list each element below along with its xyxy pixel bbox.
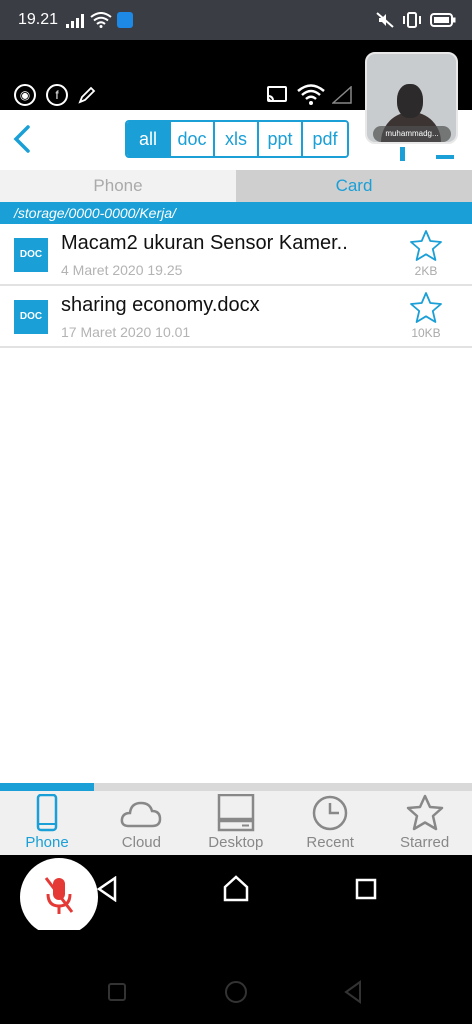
file-size: 2KB: [414, 264, 438, 278]
nav-item-cloud[interactable]: Cloud: [94, 794, 188, 854]
file-date: 4 Maret 2020 19.25: [61, 262, 183, 278]
status-time: 19.21: [18, 11, 59, 28]
nav-label: Starred: [399, 834, 450, 851]
file-row[interactable]: DOC Macam2 ukuran Sensor Kamer.. 4 Maret 2…: [0, 224, 472, 286]
cell-signal-icon: [332, 86, 352, 104]
wifi-signal-icon: [297, 84, 325, 105]
file-name: Macam2 ukuran Sensor Kamer..: [61, 232, 348, 254]
app-notification-icon: [117, 12, 133, 28]
desktop-icon: [189, 794, 283, 832]
secondary-home-icon[interactable]: [224, 980, 248, 1004]
tab-card[interactable]: Card: [236, 170, 472, 202]
video-call-preview[interactable]: muhammadg...: [365, 52, 458, 144]
wifi-icon: [90, 12, 112, 28]
doc-file-icon: DOC: [14, 300, 48, 334]
nav-item-phone[interactable]: Phone: [0, 794, 94, 854]
star-icon[interactable]: [408, 228, 444, 264]
phone-icon: [0, 794, 94, 832]
nav-item-starred[interactable]: Starred: [378, 794, 472, 854]
filter-xls[interactable]: xls: [215, 122, 259, 156]
signal-icon: [66, 14, 84, 28]
file-type-filter: all doc xls ppt pdf: [125, 120, 349, 158]
current-path: /storage/0000-0000/Kerja/: [0, 202, 472, 224]
secondary-recents-icon[interactable]: [107, 982, 127, 1002]
mute-mic-button[interactable]: [20, 858, 98, 936]
nav-label: Cloud: [121, 834, 161, 851]
home-icon[interactable]: [222, 874, 250, 902]
nav-item-desktop[interactable]: Desktop: [189, 794, 283, 854]
nav-label: Phone: [25, 834, 69, 851]
mute-icon: [376, 12, 394, 28]
caller-head: [397, 84, 423, 118]
star-icon: [378, 794, 472, 832]
file-date: 17 Maret 2020 10.01: [61, 324, 191, 340]
filter-pdf[interactable]: pdf: [303, 122, 347, 156]
recents-square-icon[interactable]: [355, 878, 377, 900]
star-icon[interactable]: [408, 290, 444, 326]
scroll-progress-fill: [0, 783, 94, 791]
vibrate-icon: [403, 12, 421, 28]
facebook-icon[interactable]: f: [46, 84, 68, 106]
battery-icon: [430, 13, 456, 27]
file-row[interactable]: DOC sharing economy.docx 17 Maret 2020 10.…: [0, 286, 472, 348]
nav-item-recent[interactable]: Recent: [283, 794, 377, 854]
weibo-icon[interactable]: ◉: [14, 84, 36, 106]
back-arrow-icon[interactable]: [10, 124, 34, 154]
cloud-icon: [94, 794, 188, 832]
filter-doc[interactable]: doc: [171, 122, 215, 156]
edit-icon[interactable]: [78, 86, 96, 104]
file-name: sharing economy.docx: [61, 294, 260, 316]
clock-icon: [283, 794, 377, 832]
secondary-back-icon[interactable]: [342, 980, 364, 1004]
secondary-nav-bar: [0, 930, 472, 1024]
doc-file-icon: DOC: [14, 238, 48, 272]
status-right-icons: [376, 12, 456, 28]
file-size: 10KB: [411, 326, 441, 340]
back-triangle-icon[interactable]: [95, 876, 119, 902]
file-list: DOC Macam2 ukuran Sensor Kamer.. 4 Maret 2…: [0, 224, 472, 784]
tab-phone[interactable]: Phone: [0, 170, 236, 202]
filter-ppt[interactable]: ppt: [259, 122, 303, 156]
caller-name: muhammadg...: [373, 126, 451, 142]
cast-icon[interactable]: [266, 86, 288, 104]
mic-off-icon: [44, 877, 74, 914]
nav-label: Desktop: [208, 834, 264, 851]
filter-all[interactable]: all: [127, 122, 171, 156]
nav-label: Recent: [306, 834, 354, 851]
